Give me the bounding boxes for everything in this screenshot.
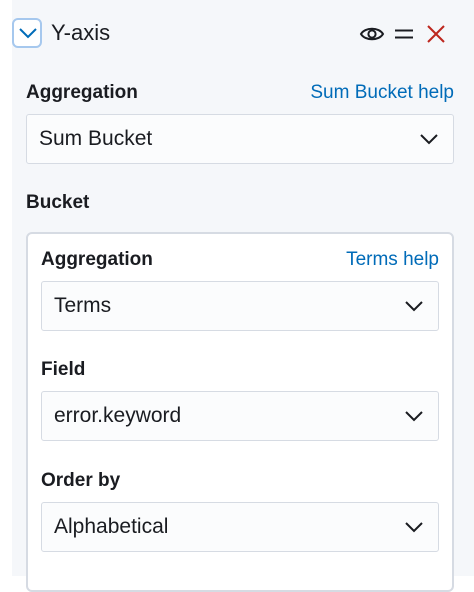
field-select-value: error.keyword bbox=[54, 404, 182, 427]
collapse-toggle-button[interactable] bbox=[12, 18, 42, 48]
close-icon[interactable] bbox=[426, 22, 446, 46]
eye-icon[interactable] bbox=[359, 22, 385, 46]
order-by-select[interactable]: Alphabetical bbox=[41, 502, 439, 552]
terms-help-link[interactable]: Terms help bbox=[239, 249, 439, 271]
bucket-aggregation-value: Terms bbox=[54, 294, 112, 317]
aggregation-select[interactable]: Sum Bucket bbox=[26, 114, 454, 164]
field-select[interactable]: error.keyword bbox=[41, 391, 439, 441]
bucket-aggregation-select[interactable]: Terms bbox=[41, 281, 439, 331]
drag-handle-icon[interactable] bbox=[394, 22, 414, 46]
chevron-down-icon bbox=[405, 522, 423, 533]
field-label: Field bbox=[41, 359, 86, 380]
bucket-aggregation-label: Aggregation bbox=[41, 249, 153, 270]
chevron-down-icon bbox=[420, 134, 438, 145]
order-by-label: Order by bbox=[41, 470, 121, 491]
order-by-select-value: Alphabetical bbox=[54, 515, 169, 538]
chevron-down-icon bbox=[405, 411, 423, 422]
chevron-down-icon bbox=[405, 301, 423, 312]
chevron-down-icon bbox=[19, 28, 37, 39]
panel-title: Y-axis bbox=[51, 20, 111, 45]
bucket-label: Bucket bbox=[26, 192, 90, 213]
aggregation-select-value: Sum Bucket bbox=[39, 127, 153, 150]
aggregation-label: Aggregation bbox=[26, 82, 138, 103]
sum-bucket-help-link[interactable]: Sum Bucket help bbox=[254, 82, 454, 104]
